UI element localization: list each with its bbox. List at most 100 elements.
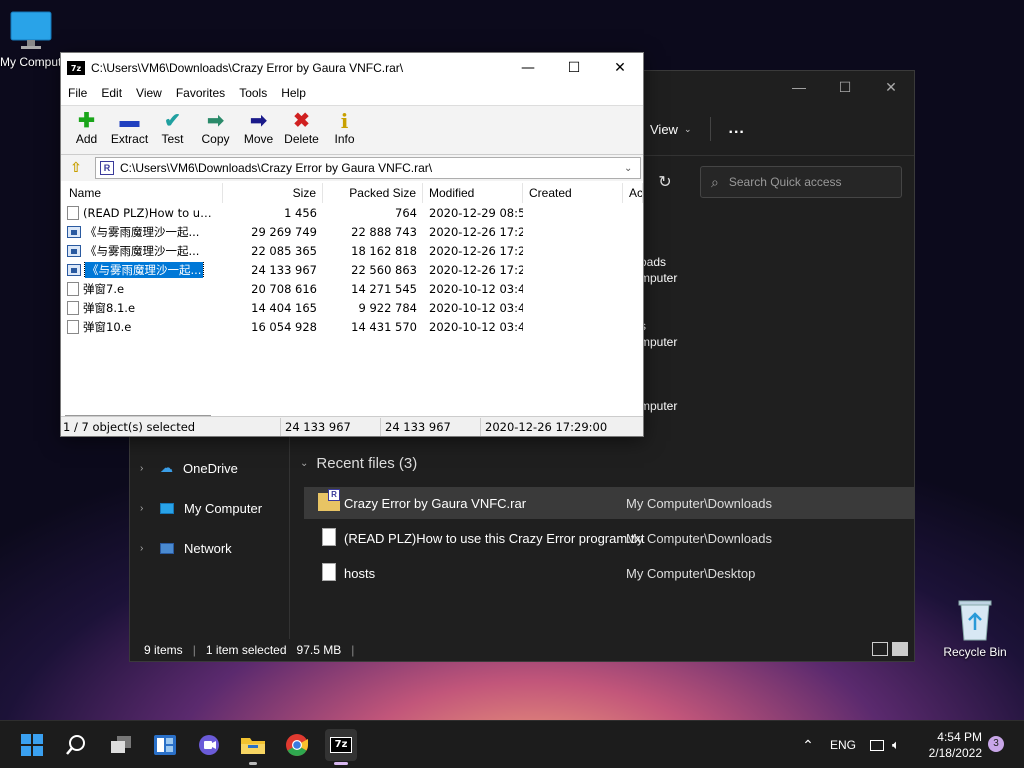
teams-chat-button[interactable]: [193, 729, 225, 761]
file-modified: 2020-12-26 17:28: [429, 224, 523, 239]
file-name: 弹窗10.e: [83, 319, 132, 334]
selection-status: 1 / 7 object(s) selected: [61, 417, 281, 436]
task-view-button[interactable]: [105, 729, 137, 761]
column-header-name[interactable]: Name: [63, 183, 223, 203]
column-header-accessed[interactable]: Ac: [623, 183, 643, 203]
recent-files-header[interactable]: ⌄ Recent files (3): [300, 455, 417, 472]
nav-item-my-computer[interactable]: › My Computer: [140, 498, 262, 518]
tiles-view-icon[interactable]: [892, 642, 908, 656]
chevron-down-icon[interactable]: ⌄: [624, 163, 640, 174]
recycle-bin-icon: [958, 600, 992, 641]
copy-label: Copy: [201, 132, 230, 146]
menu-tools[interactable]: Tools: [232, 86, 274, 100]
nav-item-label: My Computer: [184, 500, 263, 516]
file-size: 20 708 616: [251, 281, 317, 296]
file-name: (READ PLZ)How to use t...: [83, 205, 217, 220]
nav-item-network[interactable]: › Network: [140, 538, 232, 558]
info-button[interactable]: i Info: [323, 106, 366, 154]
extract-label: Extract: [110, 132, 149, 146]
menu-favorites[interactable]: Favorites: [169, 86, 232, 100]
column-header-modified[interactable]: Modified: [423, 183, 523, 203]
volume-icon[interactable]: 🔈︎: [892, 737, 900, 753]
address-path: C:\Users\VM6\Downloads\Crazy Error by Ga…: [120, 161, 433, 175]
file-row[interactable]: 弹窗10.e 16 054 928 14 431 570 2020-10-12 …: [63, 317, 643, 336]
test-button[interactable]: ✔ Test: [151, 106, 194, 154]
up-folder-icon[interactable]: ⇧: [65, 158, 87, 178]
file-row[interactable]: 《与雾雨魔理沙一起... 22 085 365 18 162 818 2020-…: [63, 241, 643, 260]
widgets-button[interactable]: [149, 729, 181, 761]
desktop-icon-label: My Computer: [0, 55, 60, 69]
menu-help[interactable]: Help: [274, 86, 313, 100]
menu-view[interactable]: View: [129, 86, 169, 100]
file-row[interactable]: 弹窗7.e 20 708 616 14 271 545 2020-10-12 0…: [63, 279, 643, 298]
chevron-up-icon[interactable]: ⌃: [796, 737, 820, 754]
clock[interactable]: 4:54 PM 2/18/2022: [922, 729, 982, 761]
exe-icon: [67, 244, 81, 257]
7zip-title-bar[interactable]: 7z C:\Users\VM6\Downloads\Crazy Error by…: [61, 53, 643, 83]
selected-size: 97.5 MB: [296, 643, 342, 657]
maximize-button[interactable]: ☐: [822, 71, 868, 103]
delete-button[interactable]: ✖ Delete: [280, 106, 323, 154]
column-header-created[interactable]: Created: [523, 183, 623, 203]
view-toggle: [872, 642, 908, 656]
minimize-button[interactable]: —: [776, 71, 822, 103]
file-size: 16 054 928: [251, 319, 317, 334]
column-header-packed-size[interactable]: Packed Size: [323, 183, 423, 203]
move-icon: ➡: [250, 110, 267, 132]
start-button[interactable]: [16, 729, 48, 761]
address-combo[interactable]: R C:\Users\VM6\Downloads\Crazy Error by …: [95, 157, 641, 179]
recent-file-row[interactable]: hosts My Computer\Desktop: [304, 557, 914, 589]
notification-badge[interactable]: 3: [988, 736, 1004, 752]
file-row[interactable]: 弹窗8.1.e 14 404 165 9 922 784 2020-10-12 …: [63, 298, 643, 317]
move-button[interactable]: ➡ Move: [237, 106, 280, 154]
minimize-button[interactable]: —: [505, 53, 551, 83]
input-language[interactable]: ENG: [830, 738, 856, 752]
file-packed-size: 18 162 818: [351, 243, 417, 258]
menu-edit[interactable]: Edit: [94, 86, 129, 100]
nav-item-onedrive[interactable]: › ☁ OneDrive: [140, 458, 238, 478]
recent-file-row[interactable]: R Crazy Error by Gaura VNFC.rar My Compu…: [304, 487, 914, 519]
file-explorer-button[interactable]: [237, 729, 269, 765]
quick-access-label: mputer: [640, 399, 678, 413]
search-input[interactable]: [728, 175, 879, 189]
add-label: Add: [75, 132, 98, 146]
more-options-button[interactable]: ...: [729, 120, 745, 138]
file-packed-size: 14 431 570: [351, 319, 417, 334]
recent-files-title: Recent files (3): [316, 455, 418, 472]
column-header-size[interactable]: Size: [223, 183, 323, 203]
clock-time: 4:54 PM: [937, 730, 982, 744]
search-box[interactable]: ⌕: [700, 166, 902, 198]
file-row[interactable]: 《与雾雨魔理沙一起... 29 269 749 22 888 743 2020-…: [63, 222, 643, 241]
add-button[interactable]: ✚ Add: [65, 106, 108, 154]
file-row[interactable]: (READ PLZ)How to use t... 1 456 764 2020…: [63, 203, 643, 222]
file-modified: 2020-10-12 03:45: [429, 319, 523, 334]
extract-button[interactable]: ▬ Extract: [108, 106, 151, 154]
close-button[interactable]: ✕: [597, 53, 643, 83]
recent-file-row[interactable]: (READ PLZ)How to use this Crazy Error pr…: [304, 522, 914, 554]
chrome-button[interactable]: [281, 729, 313, 761]
7zip-taskbar-button[interactable]: 7z: [325, 729, 357, 765]
running-indicator: [334, 762, 348, 765]
quick-access-label: mputer: [640, 271, 678, 285]
file-row-selected[interactable]: 《与雾雨魔理沙一起... 24 133 967 22 560 863 2020-…: [63, 260, 643, 279]
search-button[interactable]: [60, 729, 92, 761]
test-icon: ✔: [164, 110, 181, 132]
close-button[interactable]: ✕: [868, 71, 914, 103]
recent-file-name: hosts: [344, 565, 376, 581]
selection-modified: 2020-12-26 17:29:00: [485, 419, 608, 434]
monitor-icon: [160, 502, 174, 514]
refresh-icon[interactable]: ↻: [650, 168, 680, 198]
desktop-icon-recycle-bin[interactable]: Recycle Bin: [935, 598, 1015, 659]
copy-button[interactable]: ➡ Copy: [194, 106, 237, 154]
chevron-down-icon: ⌄: [300, 458, 309, 469]
chrome-icon: [286, 734, 308, 756]
view-label: View: [650, 121, 678, 137]
recent-file-name: Crazy Error by Gaura VNFC.rar: [344, 495, 527, 511]
address-bar-row: ⇧ R C:\Users\VM6\Downloads\Crazy Error b…: [61, 155, 643, 181]
maximize-button[interactable]: ☐: [551, 53, 597, 83]
network-icon[interactable]: [870, 739, 885, 751]
file-icon: [304, 562, 344, 584]
menu-file[interactable]: File: [61, 86, 94, 100]
details-view-icon[interactable]: [872, 642, 888, 656]
view-menu-button[interactable]: View ⌄: [650, 122, 692, 137]
